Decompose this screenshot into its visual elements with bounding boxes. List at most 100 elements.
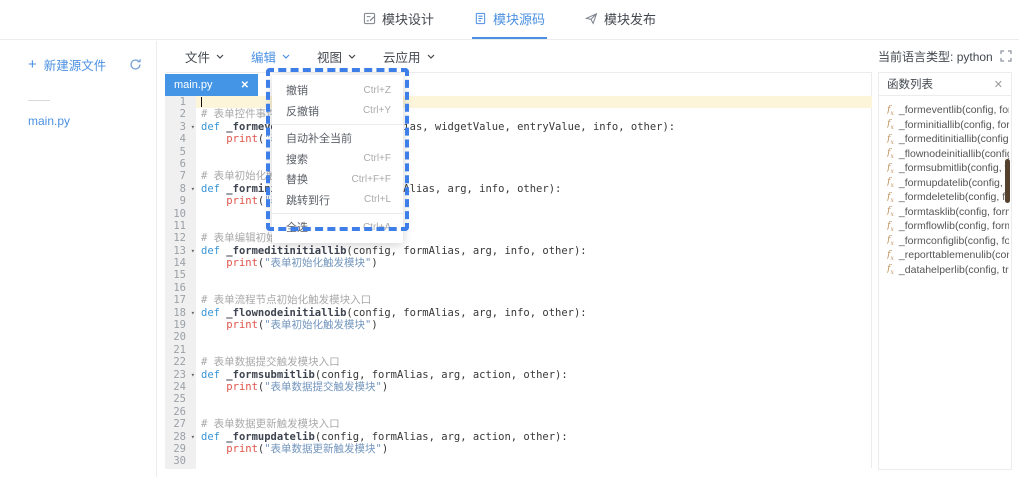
line-number: 17 — [165, 294, 196, 306]
menu-divider — [272, 213, 403, 214]
function-item[interactable]: ƒx_formsubmitlib(config, fo... — [887, 161, 1009, 176]
code-line-text[interactable]: print("表单初始化触发模块") — [196, 319, 872, 331]
language-type-row: 当前语言类型: python — [878, 47, 1012, 65]
menubar-label: 文件 — [185, 47, 210, 66]
menu-item-search[interactable]: 搜索Ctrl+F — [272, 149, 403, 170]
fold-arrow-icon[interactable]: ▾ — [191, 369, 195, 381]
line-number: 5 — [165, 146, 196, 158]
menubar-label: 视图 — [317, 47, 342, 66]
function-icon: ƒx — [887, 249, 894, 262]
menu-item-shortcut: Ctrl+Y — [363, 105, 391, 116]
function-icon: ƒx — [887, 263, 894, 276]
code-line: 25 — [165, 393, 872, 405]
code-line-text[interactable]: def _formeditinitiallib(config, formAlia… — [196, 245, 872, 257]
menu-divider — [272, 124, 403, 125]
fold-arrow-icon[interactable]: ▾ — [191, 183, 195, 195]
menu-item-label: 替换 — [286, 171, 308, 187]
expand-icon[interactable] — [1000, 50, 1012, 62]
menu-item-shortcut: Ctrl+F+F — [352, 174, 391, 185]
code-line-text[interactable]: print("表单数据提交触发模块") — [196, 381, 872, 393]
line-number: 18▾ — [165, 307, 196, 319]
function-item[interactable]: ƒx_reporttablemenulib(conf... — [887, 248, 1009, 263]
menu-item-redo[interactable]: 反撤销Ctrl+Y — [272, 101, 403, 122]
function-name: _formconfiglib(config, for... — [899, 235, 1009, 247]
menu-item-goto-line[interactable]: 跳转到行Ctrl+L — [272, 190, 403, 211]
code-line-text[interactable]: # 表单数据提交触发模块入口 — [196, 356, 872, 368]
menu-item-undo[interactable]: 撤销Ctrl+Z — [272, 80, 403, 101]
editor-tab-label: main.py — [174, 79, 213, 91]
function-icon: ƒx — [887, 191, 894, 204]
menu-item-select-all[interactable]: 全选Ctrl+A — [272, 217, 403, 238]
fold-arrow-icon[interactable]: ▾ — [191, 245, 195, 257]
function-item[interactable]: ƒx_datahelperlib(config, tri... — [887, 263, 1009, 278]
top-navigation: 模块设计模块源码模块发布 — [0, 0, 1019, 40]
edit-dropdown-menu: 撤销Ctrl+Z反撤销Ctrl+Y 自动补全当前搜索Ctrl+F替换 Ctrl+F+… — [272, 75, 403, 243]
code-line-text[interactable] — [196, 455, 872, 467]
source-file-icon — [474, 12, 487, 25]
function-name: _formupdatelib(config, fo... — [899, 177, 1009, 189]
code-line-text[interactable]: print("表单数据更新触发模块") — [196, 443, 872, 455]
paper-plane-icon — [585, 12, 598, 25]
function-item[interactable]: ƒx_flownodeinitiallib(config,... — [887, 147, 1009, 162]
code-line-text[interactable] — [196, 282, 872, 294]
line-number: 12 — [165, 232, 196, 244]
menubar-cloud-app[interactable]: 云应用 — [383, 47, 435, 66]
function-item[interactable]: ƒx_forminitiallib(config, for... — [887, 118, 1009, 133]
code-line: 21 — [165, 344, 872, 356]
editor-tab-main-py[interactable]: main.py ✕ — [165, 74, 258, 96]
close-icon[interactable]: ✕ — [994, 78, 1003, 91]
code-line-text[interactable] — [196, 406, 872, 418]
line-number: 22 — [165, 356, 196, 368]
file-item-main-py[interactable]: main.py — [28, 114, 156, 128]
fold-arrow-icon[interactable]: ▾ — [191, 307, 195, 319]
menubar-view[interactable]: 视图 — [317, 47, 356, 66]
function-item[interactable]: ƒx_formtasklib(config, form... — [887, 205, 1009, 220]
text-cursor — [201, 97, 202, 107]
code-line-text[interactable]: # 表单流程节点初始化触发模块入口 — [196, 294, 872, 306]
function-item[interactable]: ƒx_formflowlib(config, form... — [887, 219, 1009, 234]
line-number: 15 — [165, 269, 196, 281]
line-number: 14 — [165, 257, 196, 269]
code-line-text[interactable] — [196, 344, 872, 356]
function-item[interactable]: ƒx_formeventlib(config, for... — [887, 103, 1009, 118]
menu-item-label: 搜索 — [286, 151, 308, 167]
code-line-text[interactable]: def _formupdatelib(config, formAlias, ar… — [196, 431, 872, 443]
function-name: _formsubmitlib(config, fo... — [899, 162, 1009, 174]
function-item[interactable]: ƒx_formeditinitiallib(config, ... — [887, 132, 1009, 147]
code-line-text[interactable] — [196, 331, 872, 343]
chevron-down-icon — [282, 54, 290, 59]
fold-arrow-icon[interactable]: ▾ — [191, 431, 195, 443]
line-number: 11 — [165, 220, 196, 232]
tab-module-publish[interactable]: 模块发布 — [583, 0, 658, 39]
editor-menubar: 文件 编辑 视图 云应用 — [165, 41, 872, 72]
new-source-file-label: 新建源文件 — [44, 55, 107, 74]
line-number: 26 — [165, 406, 196, 418]
code-line-text[interactable] — [196, 269, 872, 281]
code-line-text[interactable]: print("表单初始化触发模块") — [196, 257, 872, 269]
chevron-down-icon — [427, 54, 435, 59]
refresh-icon[interactable] — [129, 58, 142, 71]
code-line: 14 print("表单初始化触发模块") — [165, 257, 872, 269]
tab-module-design[interactable]: 模块设计 — [361, 0, 436, 39]
code-line: 28▾def _formupdatelib(config, formAlias,… — [165, 431, 872, 443]
menubar-file[interactable]: 文件 — [185, 47, 224, 66]
tab-module-source[interactable]: 模块源码 — [472, 0, 547, 39]
function-name: _flownodeinitiallib(config,... — [899, 148, 1009, 160]
code-line-text[interactable]: def _formsubmitlib(config, formAlias, ar… — [196, 369, 872, 381]
code-line: 16 — [165, 282, 872, 294]
function-item[interactable]: ƒx_formdeletelib(config, for... — [887, 190, 1009, 205]
function-item[interactable]: ƒx_formconfiglib(config, for... — [887, 234, 1009, 249]
new-source-file-button[interactable]: + 新建源文件 — [28, 55, 106, 74]
menu-item-autocomplete[interactable]: 自动补全当前 — [272, 128, 403, 149]
tab-close-icon[interactable]: ✕ — [241, 80, 249, 91]
menubar-edit[interactable]: 编辑 — [251, 47, 290, 66]
fold-arrow-icon[interactable]: ▾ — [191, 121, 195, 133]
code-line-text[interactable] — [196, 393, 872, 405]
line-number: 4 — [165, 133, 196, 145]
function-item[interactable]: ƒx_formupdatelib(config, fo... — [887, 176, 1009, 191]
scrollbar-thumb[interactable] — [1005, 159, 1010, 203]
menu-item-replace[interactable]: 替换 Ctrl+F+F — [272, 169, 403, 190]
code-line-text[interactable]: def _flownodeinitiallib(config, formAlia… — [196, 307, 872, 319]
line-number: 29 — [165, 443, 196, 455]
code-line-text[interactable]: # 表单数据更新触发模块入口 — [196, 418, 872, 430]
